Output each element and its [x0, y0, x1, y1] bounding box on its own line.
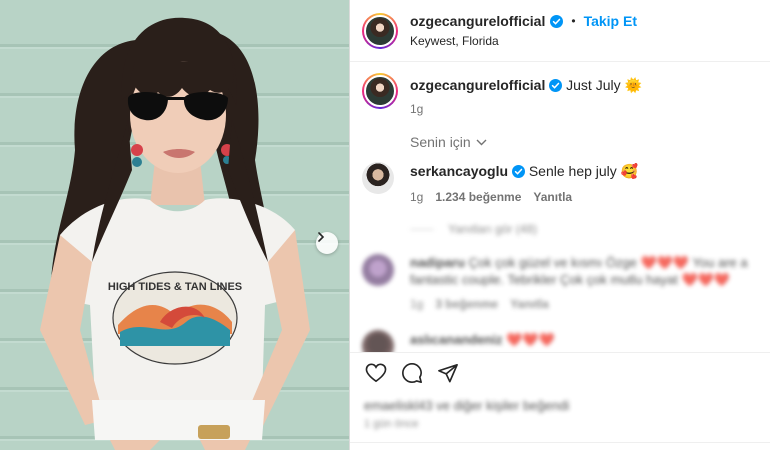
comments-scroll-area[interactable]: ozgecangurelofficial Just July 🌞 1g Seni… — [350, 62, 770, 352]
comment-age[interactable]: 1g — [410, 190, 423, 204]
author-avatar[interactable] — [362, 12, 398, 49]
commenter-username[interactable]: nadiparu — [410, 255, 465, 270]
post-viewer: HIGH TIDES & TAN LINES ozgecangureloffic… — [0, 0, 770, 450]
caption-emoji: 🌞 — [624, 77, 642, 93]
verified-badge-icon — [511, 165, 525, 178]
comment-emoji: 🥰 — [620, 163, 639, 179]
caption-avatar-image — [364, 75, 396, 107]
caption-avatar[interactable] — [362, 73, 398, 109]
author-avatar-image — [364, 14, 396, 47]
like-button[interactable] — [364, 361, 388, 385]
photo-illustration: HIGH TIDES & TAN LINES — [40, 17, 310, 450]
comments-sort-dropdown[interactable]: Senin için — [410, 134, 487, 150]
comment-likes[interactable]: 1.234 beğenme — [435, 190, 521, 204]
post-caption: ozgecangurelofficial Just July 🌞 1g — [350, 73, 770, 116]
next-photo-button[interactable] — [316, 232, 338, 254]
caption-age[interactable]: 1g — [410, 102, 423, 116]
comment-likes[interactable]: 3 beğenme — [435, 297, 498, 311]
share-button[interactable] — [436, 361, 460, 385]
comments-sort-label: Senin için — [410, 134, 471, 150]
caption-username[interactable]: ozgecangurelofficial — [410, 77, 545, 93]
commenter-avatar[interactable] — [362, 254, 394, 286]
comment-item: nadiparu Çok çok güzel ve kısmı Özge ❤️❤… — [350, 254, 770, 311]
shirt-print-text: HIGH TIDES & TAN LINES — [108, 281, 242, 293]
author-username[interactable]: ozgecangurelofficial — [410, 13, 545, 29]
comment-text: ❤️❤️❤️ — [506, 332, 555, 347]
commenter-username[interactable]: serkancayoglu — [410, 163, 508, 179]
panel-bottom-divider — [350, 442, 770, 443]
post-photo[interactable]: HIGH TIDES & TAN LINES — [0, 0, 349, 450]
separator-dot: • — [571, 14, 576, 28]
comment-reply-button[interactable]: Yanıtla — [533, 190, 572, 204]
comment-button[interactable] — [400, 361, 424, 385]
comment-reply-button[interactable]: Yanıtla — [510, 297, 549, 311]
replies-line — [410, 228, 434, 230]
heart-icon — [365, 363, 387, 382]
post-header: ozgecangurelofficial • Takip Et Keywest,… — [350, 0, 770, 62]
verified-badge-icon — [549, 79, 563, 92]
post-date[interactable]: 1 gün önce — [364, 418, 418, 430]
comment-item: serkancayoglu Senle hep july 🥰 1g 1.234 … — [350, 162, 770, 204]
comment-text: Senle hep july — [528, 163, 617, 179]
post-side-panel: ozgecangurelofficial • Takip Et Keywest,… — [350, 0, 770, 450]
verified-badge-icon — [550, 14, 564, 28]
commenter-avatar[interactable] — [362, 162, 394, 194]
chevron-right-icon — [318, 232, 325, 242]
comment-icon — [402, 362, 422, 383]
post-location[interactable]: Keywest, Florida — [410, 34, 637, 48]
chevron-down-icon — [476, 139, 487, 145]
liked-by-summary[interactable]: emaeliskl43 ve diğer kişiler beğendi — [364, 398, 569, 413]
share-icon — [438, 363, 458, 382]
commenter-avatar[interactable] — [362, 330, 394, 352]
comment-item: aslıcanandeniz ❤️❤️❤️ — [350, 330, 770, 352]
view-replies-link[interactable]: Yanıtları gör (48) — [410, 222, 537, 236]
caption-text: Just July — [566, 77, 621, 93]
commenter-username[interactable]: aslıcanandeniz — [410, 332, 502, 347]
comment-age[interactable]: 1g — [410, 297, 423, 311]
follow-button[interactable]: Takip Et — [584, 13, 637, 29]
post-action-bar — [350, 352, 770, 392]
view-replies-label: Yanıtları gör (48) — [448, 222, 538, 236]
